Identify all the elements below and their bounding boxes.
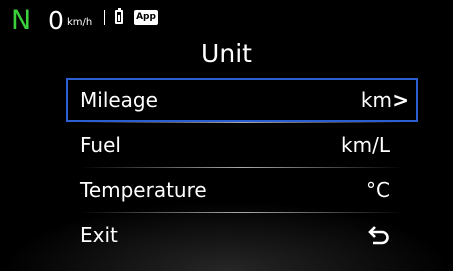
speed-unit: km/h (67, 17, 93, 28)
unit-menu: Mileage km > Fuel km/L Temperature °C Ex… (66, 78, 418, 257)
back-arrow-icon (368, 226, 389, 245)
menu-item-label: Fuel (80, 133, 121, 157)
page-title: Unit (201, 39, 252, 68)
menu-item-label: Mileage (80, 88, 158, 112)
battery-level (118, 15, 120, 21)
app-badge: App (134, 10, 158, 25)
menu-item-value: km (360, 88, 392, 112)
cluster-screen: N 0 km/h App Unit Mileage km > Fuel km/L… (0, 0, 453, 271)
menu-item-temperature[interactable]: Temperature °C (66, 168, 418, 212)
menu-item-exit[interactable]: Exit (66, 213, 418, 257)
menu-item-value: °C (366, 178, 390, 202)
menu-item-label: Exit (80, 223, 118, 247)
menu-item-mileage[interactable]: Mileage km > (66, 78, 418, 122)
gear-indicator: N (11, 5, 32, 36)
status-separator (104, 10, 105, 25)
chevron-right-icon: > (392, 88, 409, 112)
menu-item-fuel[interactable]: Fuel km/L (66, 123, 418, 167)
menu-item-label: Temperature (80, 178, 207, 202)
menu-item-value: km/L (341, 133, 390, 157)
battery-icon (115, 8, 123, 24)
speed-value: 0 (48, 6, 64, 35)
